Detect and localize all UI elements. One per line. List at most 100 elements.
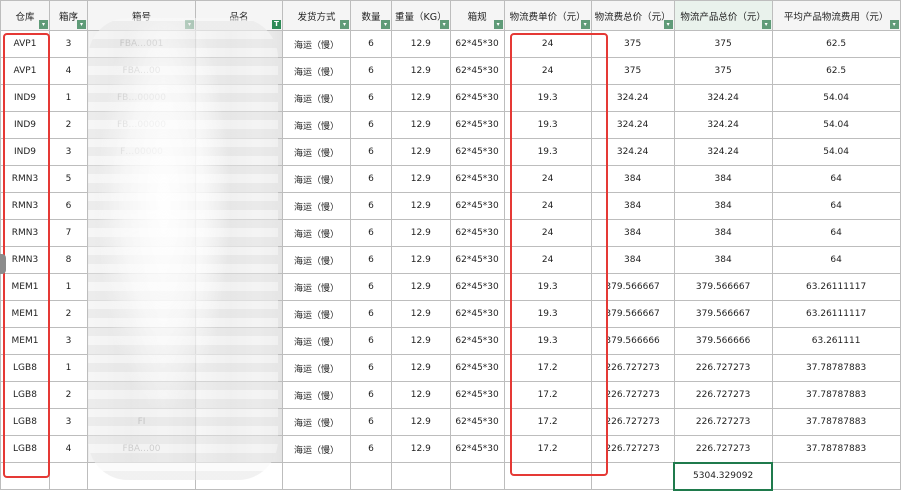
cell-box-number[interactable]: FB…00000: [87, 111, 196, 139]
cell-box-sequence[interactable]: 1: [49, 84, 88, 112]
cell-avg-product-logistics-fee[interactable]: 63.261111: [771, 327, 901, 355]
cell-logistics-product-total[interactable]: 324.24: [673, 138, 773, 166]
cell-shipping-method[interactable]: 海运（慢）: [282, 30, 351, 58]
cell-box-sequence[interactable]: 2: [49, 381, 88, 409]
cell-avg-product-logistics-fee[interactable]: 62.5: [771, 30, 901, 58]
cell-shipping-method[interactable]: 海运（慢）: [282, 57, 351, 85]
cell-logistics-product-total[interactable]: 226.727273: [673, 435, 773, 463]
cell-unit-logistics-fee[interactable]: 24: [503, 57, 592, 85]
empty-cell[interactable]: [195, 462, 283, 490]
cell-box-spec[interactable]: 62*45*30: [449, 84, 505, 112]
cell-product-name[interactable]: [195, 408, 283, 436]
cell-box-sequence[interactable]: 2: [49, 300, 88, 328]
cell-logistics-product-total[interactable]: 379.566666: [673, 327, 773, 355]
cell-logistics-product-total[interactable]: 379.566667: [673, 273, 773, 301]
cell-warehouse[interactable]: RMN3: [0, 192, 50, 220]
cell-weight[interactable]: 12.9: [391, 435, 451, 463]
cell-quantity[interactable]: 6: [350, 435, 392, 463]
cell-box-spec[interactable]: 62*45*30: [449, 408, 505, 436]
cell-weight[interactable]: 12.9: [391, 273, 451, 301]
cell-warehouse[interactable]: MEM1: [0, 273, 50, 301]
cell-box-number[interactable]: FB…00000: [87, 84, 196, 112]
cell-logistics-product-total[interactable]: 324.24: [673, 84, 773, 112]
cell-box-spec[interactable]: 62*45*30: [449, 435, 505, 463]
cell-warehouse[interactable]: LGB8: [0, 354, 50, 382]
cell-total-logistics-fee[interactable]: 384: [590, 192, 675, 220]
header-box-sequence[interactable]: 箱序 ▾: [49, 0, 88, 31]
cell-avg-product-logistics-fee[interactable]: 64: [771, 219, 901, 247]
empty-cell[interactable]: [0, 462, 50, 490]
header-shipping-method[interactable]: 发货方式 ▾: [282, 0, 351, 31]
cell-total-logistics-fee[interactable]: 226.727273: [590, 354, 675, 382]
filter-dropdown-icon[interactable]: ▾: [493, 20, 503, 29]
cell-total-logistics-fee[interactable]: 226.727273: [590, 435, 675, 463]
cell-logistics-product-total[interactable]: 375: [673, 30, 773, 58]
cell-logistics-product-total[interactable]: 375: [673, 57, 773, 85]
filter-dropdown-icon[interactable]: ▾: [185, 20, 194, 29]
cell-total-logistics-fee[interactable]: 324.24: [590, 111, 675, 139]
cell-avg-product-logistics-fee[interactable]: 37.78787883: [771, 354, 901, 382]
cell-warehouse[interactable]: LGB8: [0, 435, 50, 463]
cell-quantity[interactable]: 6: [350, 111, 392, 139]
cell-quantity[interactable]: 6: [350, 300, 392, 328]
cell-box-spec[interactable]: 62*45*30: [449, 354, 505, 382]
cell-unit-logistics-fee[interactable]: 17.2: [503, 354, 592, 382]
cell-box-number[interactable]: [87, 273, 196, 301]
empty-cell[interactable]: [391, 462, 451, 490]
header-avg-product-logistics-fee[interactable]: 平均产品物流费用（元） ▾: [771, 0, 901, 31]
cell-box-spec[interactable]: 62*45*30: [449, 381, 505, 409]
cell-box-spec[interactable]: 62*45*30: [449, 111, 505, 139]
cell-weight[interactable]: 12.9: [391, 246, 451, 274]
cell-warehouse[interactable]: RMN3: [0, 219, 50, 247]
cell-avg-product-logistics-fee[interactable]: 64: [771, 246, 901, 274]
cell-box-number[interactable]: [87, 300, 196, 328]
empty-cell[interactable]: [503, 462, 592, 490]
cell-logistics-product-total[interactable]: 384: [673, 219, 773, 247]
cell-unit-logistics-fee[interactable]: 19.3: [503, 327, 592, 355]
cell-warehouse[interactable]: RMN3: [0, 246, 50, 274]
cell-box-sequence[interactable]: 8: [49, 246, 88, 274]
cell-box-number[interactable]: FBA…00: [87, 57, 196, 85]
cell-product-name[interactable]: [195, 111, 283, 139]
cell-warehouse[interactable]: IND9: [0, 84, 50, 112]
cell-quantity[interactable]: 6: [350, 381, 392, 409]
cell-logistics-product-total[interactable]: 379.566667: [673, 300, 773, 328]
cell-weight[interactable]: 12.9: [391, 84, 451, 112]
cell-product-name[interactable]: [195, 30, 283, 58]
text-filter-icon[interactable]: T: [272, 20, 281, 29]
cell-quantity[interactable]: 6: [350, 408, 392, 436]
cell-box-spec[interactable]: 62*45*30: [449, 192, 505, 220]
cell-quantity[interactable]: 6: [350, 219, 392, 247]
cell-shipping-method[interactable]: 海运（慢）: [282, 165, 351, 193]
filter-dropdown-icon[interactable]: ▾: [889, 20, 899, 29]
cell-shipping-method[interactable]: 海运（慢）: [282, 300, 351, 328]
cell-box-spec[interactable]: 62*45*30: [449, 57, 505, 85]
cell-box-spec[interactable]: 62*45*30: [449, 30, 505, 58]
cell-box-sequence[interactable]: 6: [49, 192, 88, 220]
filter-dropdown-icon[interactable]: ▾: [77, 20, 86, 29]
cell-unit-logistics-fee[interactable]: 24: [503, 30, 592, 58]
scroll-handle[interactable]: [0, 254, 6, 274]
cell-quantity[interactable]: 6: [350, 57, 392, 85]
cell-total-logistics-fee[interactable]: 226.727273: [590, 408, 675, 436]
cell-box-spec[interactable]: 62*45*30: [449, 246, 505, 274]
cell-shipping-method[interactable]: 海运（慢）: [282, 408, 351, 436]
cell-warehouse[interactable]: MEM1: [0, 327, 50, 355]
cell-quantity[interactable]: 6: [350, 273, 392, 301]
cell-box-sequence[interactable]: 3: [49, 30, 88, 58]
cell-unit-logistics-fee[interactable]: 19.3: [503, 138, 592, 166]
cell-weight[interactable]: 12.9: [391, 192, 451, 220]
cell-weight[interactable]: 12.9: [391, 381, 451, 409]
cell-box-sequence[interactable]: 7: [49, 219, 88, 247]
cell-unit-logistics-fee[interactable]: 19.3: [503, 273, 592, 301]
cell-shipping-method[interactable]: 海运（慢）: [282, 219, 351, 247]
cell-product-name[interactable]: [195, 192, 283, 220]
cell-box-sequence[interactable]: 4: [49, 57, 88, 85]
cell-box-number[interactable]: [87, 165, 196, 193]
cell-box-number[interactable]: FBA…001: [87, 30, 196, 58]
cell-weight[interactable]: 12.9: [391, 165, 451, 193]
empty-cell[interactable]: [449, 462, 505, 490]
cell-total-logistics-fee[interactable]: 324.24: [590, 84, 675, 112]
cell-box-number[interactable]: [87, 192, 196, 220]
empty-cell[interactable]: [350, 462, 392, 490]
